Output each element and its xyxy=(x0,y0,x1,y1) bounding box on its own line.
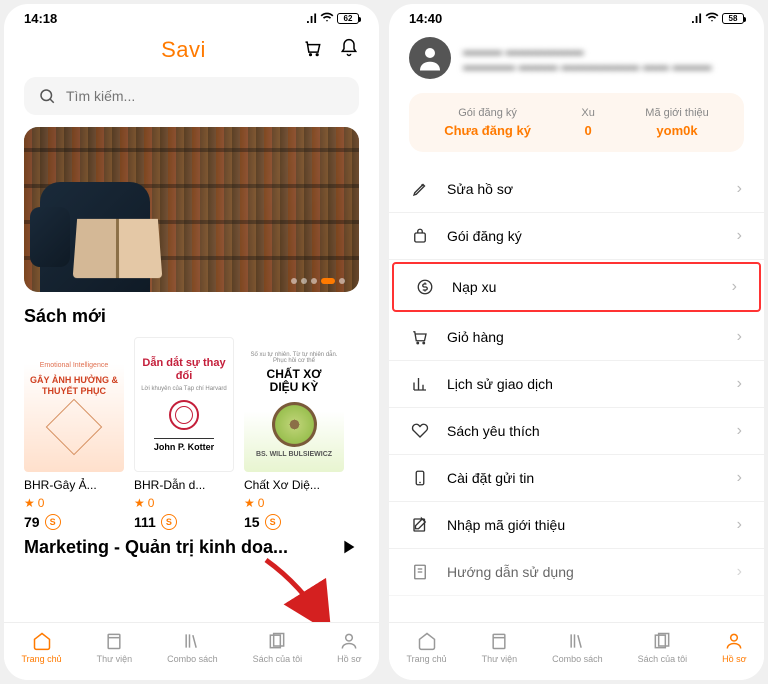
book-list: Emotional IntelligenceGÂY ẢNH HƯỞNG & TH… xyxy=(4,331,379,530)
chevron-right-icon: › xyxy=(737,422,742,440)
nav-mybooks[interactable]: Sách của tôi xyxy=(253,631,303,664)
chevron-right-icon: › xyxy=(737,516,742,534)
search-input[interactable] xyxy=(66,88,345,104)
menu-history[interactable]: Lịch sử giao dịch› xyxy=(389,361,764,408)
battery-icon: 58 xyxy=(722,13,744,24)
book-price: 79S xyxy=(24,514,124,530)
chevron-right-icon: › xyxy=(737,227,742,245)
nav-home[interactable]: Trang chủ xyxy=(21,631,61,664)
app-header: Savi xyxy=(4,33,379,73)
profile-header: ▬▬▬ ▬▬▬▬▬▬▬▬▬▬ ▬▬▬ ▬▬▬▬▬▬ ▬▬ ▬▬▬ xyxy=(389,33,764,93)
username: ▬▬▬ ▬▬▬▬▬▬▬▬▬▬ ▬▬▬ ▬▬▬▬▬▬ ▬▬ ▬▬▬ xyxy=(463,43,711,73)
profile-screen: 14:40 .ıl 58 ▬▬▬ ▬▬▬▬▬▬▬▬▬▬ ▬▬▬ ▬▬▬▬▬▬ ▬… xyxy=(389,4,764,680)
search-bar[interactable] xyxy=(24,77,359,115)
avatar[interactable] xyxy=(409,37,451,79)
book-title: Chất Xơ Diệ... xyxy=(244,478,344,492)
book-rating: ★0 xyxy=(244,496,344,510)
bell-icon[interactable] xyxy=(339,38,359,63)
menu-favorites[interactable]: Sách yêu thích› xyxy=(389,408,764,455)
book-rating: ★0 xyxy=(24,496,124,510)
book-title: BHR-Gây Ả... xyxy=(24,478,124,492)
menu-topup-xu[interactable]: Nạp xu› xyxy=(392,262,761,312)
menu-enter-code[interactable]: Nhập mã giới thiệu› xyxy=(389,502,764,549)
nav-profile[interactable]: Hồ sơ xyxy=(337,631,361,664)
brand-logo: Savi xyxy=(161,37,206,63)
wifi-icon xyxy=(705,10,719,27)
book-price: 15S xyxy=(244,514,344,530)
coin-icon: S xyxy=(161,514,177,530)
cart-icon[interactable] xyxy=(303,38,323,63)
nav-combo[interactable]: Combo sách xyxy=(552,631,603,664)
nav-profile[interactable]: Hồ sơ xyxy=(722,631,746,664)
chevron-right-icon: › xyxy=(737,328,742,346)
referral-code[interactable]: Mã giới thiệuyom0k xyxy=(645,107,708,138)
coin-icon: S xyxy=(45,514,61,530)
subscription-info[interactable]: Gói đăng kýChưa đăng ký xyxy=(444,107,531,138)
book-card[interactable]: Dẫn dắt sự thay đổiLời khuyên của Tạp ch… xyxy=(134,337,234,530)
book-cover: Emotional IntelligenceGÂY ẢNH HƯỞNG & TH… xyxy=(24,337,124,472)
account-info-card: Gói đăng kýChưa đăng ký Xu0 Mã giới thiệ… xyxy=(409,93,744,152)
hero-banner[interactable] xyxy=(24,127,359,292)
book-card[interactable]: Emotional IntelligenceGÂY ẢNH HƯỞNG & TH… xyxy=(24,337,124,530)
battery-icon: 62 xyxy=(337,13,359,24)
menu-edit-profile[interactable]: Sửa hồ sơ› xyxy=(389,166,764,213)
time: 14:40 xyxy=(409,11,442,26)
carousel-dots[interactable] xyxy=(291,278,345,284)
chevron-right-icon: › xyxy=(737,563,742,581)
bottom-nav: Trang chủ Thư viện Combo sách Sách của t… xyxy=(389,622,764,680)
home-screen: 14:18 .ıl 62 Savi Sách mới Emotional Int… xyxy=(4,4,379,680)
book-cover: Số xu tự nhiên. Từ tự nhiên dẫn. Phục hồ… xyxy=(244,337,344,472)
signal-icon: .ıl xyxy=(306,11,317,26)
play-icon[interactable] xyxy=(337,536,359,558)
nav-library[interactable]: Thư viện xyxy=(482,631,518,664)
nav-library[interactable]: Thư viện xyxy=(97,631,133,664)
book-price: 111S xyxy=(134,514,234,530)
wifi-icon xyxy=(320,10,334,27)
section-marketing: Marketing - Quản trị kinh doa... xyxy=(24,537,288,558)
chevron-right-icon: › xyxy=(732,278,737,296)
book-cover: Dẫn dắt sự thay đổiLời khuyên của Tạp ch… xyxy=(134,337,234,472)
menu-guide[interactable]: Hướng dẫn sử dụng› xyxy=(389,549,764,596)
xu-balance[interactable]: Xu0 xyxy=(581,107,594,138)
menu-notifications[interactable]: Cài đặt gửi tin› xyxy=(389,455,764,502)
chevron-right-icon: › xyxy=(737,375,742,393)
status-bar: 14:18 .ıl 62 xyxy=(4,4,379,33)
book-title: BHR-Dẫn d... xyxy=(134,478,234,492)
menu-cart[interactable]: Giỏ hàng› xyxy=(389,314,764,361)
bottom-nav: Trang chủ Thư viện Combo sách Sách của t… xyxy=(4,622,379,680)
chevron-right-icon: › xyxy=(737,469,742,487)
book-rating: ★0 xyxy=(134,496,234,510)
time: 14:18 xyxy=(24,11,57,26)
coin-icon: S xyxy=(265,514,281,530)
status-bar: 14:40 .ıl 58 xyxy=(389,4,764,33)
nav-home[interactable]: Trang chủ xyxy=(406,631,446,664)
chevron-right-icon: › xyxy=(737,180,742,198)
profile-menu: Sửa hồ sơ› Gói đăng ký› Nạp xu› Giỏ hàng… xyxy=(389,166,764,680)
book-card[interactable]: Số xu tự nhiên. Từ tự nhiên dẫn. Phục hồ… xyxy=(244,337,344,530)
signal-icon: .ıl xyxy=(691,11,702,26)
menu-subscription[interactable]: Gói đăng ký› xyxy=(389,213,764,260)
nav-mybooks[interactable]: Sách của tôi xyxy=(638,631,688,664)
section-new-books: Sách mới xyxy=(4,302,379,331)
nav-combo[interactable]: Combo sách xyxy=(167,631,218,664)
